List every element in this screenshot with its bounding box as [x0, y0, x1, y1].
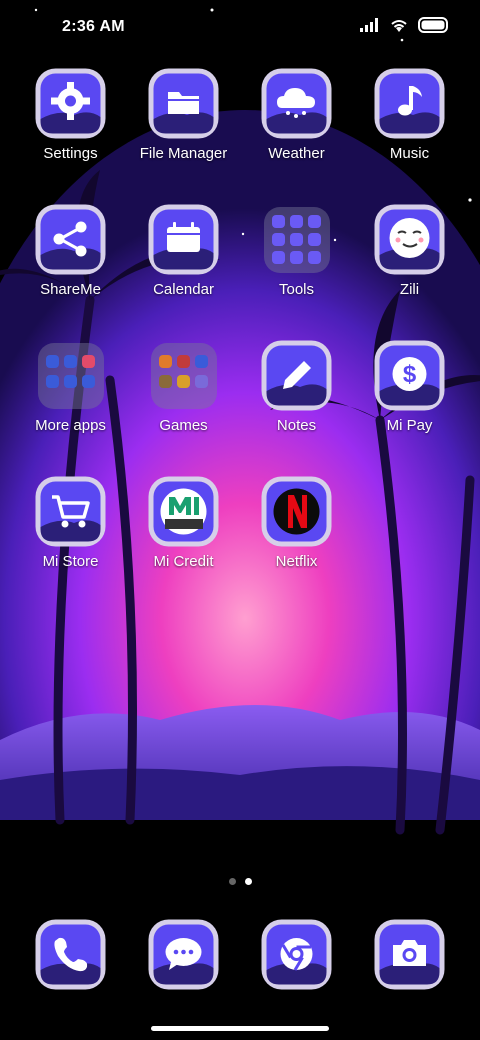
- dock-phone[interactable]: [14, 918, 127, 998]
- app-label: Zili: [399, 281, 420, 298]
- app-label: Mi Pay: [386, 417, 433, 434]
- folder-icon: [38, 343, 104, 409]
- cloud-icon: [261, 68, 332, 139]
- app-weather[interactable]: Weather: [240, 67, 353, 197]
- camera-icon: [374, 919, 445, 990]
- share-icon: [35, 204, 106, 275]
- dock-camera[interactable]: [353, 918, 466, 998]
- status-icons: [360, 17, 450, 33]
- app-file-manager[interactable]: File Manager: [127, 67, 240, 197]
- pencil-icon: [261, 340, 332, 411]
- chrome-icon: [261, 919, 332, 990]
- dollar-icon: $: [374, 340, 445, 411]
- folder-icon: [148, 68, 219, 139]
- app-notes[interactable]: Notes: [240, 339, 353, 469]
- dock-chrome[interactable]: [240, 918, 353, 998]
- page-dot-active[interactable]: [244, 878, 252, 885]
- netflix-icon: [261, 476, 332, 547]
- folder-icon: [151, 343, 217, 409]
- app-netflix[interactable]: Netflix: [240, 475, 353, 605]
- app-games[interactable]: Games: [127, 339, 240, 469]
- status-time: 2:36 AM: [62, 18, 125, 35]
- message-icon: [148, 919, 219, 990]
- battery-icon: [418, 17, 448, 33]
- app-calendar[interactable]: Calendar: [127, 203, 240, 333]
- app-mi-store[interactable]: Mi Store: [14, 475, 127, 605]
- wifi-icon: [391, 20, 407, 32]
- app-settings[interactable]: Settings: [14, 67, 127, 197]
- app-label: Netflix: [275, 553, 318, 570]
- app-tools[interactable]: Tools: [240, 203, 353, 333]
- app-label: Music: [389, 145, 430, 162]
- app-shareme[interactable]: ShareMe: [14, 203, 127, 333]
- page-dot[interactable]: [228, 878, 236, 885]
- app-mi-credit[interactable]: Mi Credit: [127, 475, 240, 605]
- app-more-apps[interactable]: More apps: [14, 339, 127, 469]
- page-indicator: [0, 878, 480, 885]
- app-mi-pay[interactable]: $ Mi Pay: [353, 339, 466, 469]
- mi-credit-icon: [148, 476, 219, 547]
- dock-messages[interactable]: [127, 918, 240, 998]
- phone-icon: [35, 919, 106, 990]
- music-note-icon: [374, 68, 445, 139]
- folder-icon: [264, 207, 330, 273]
- calendar-icon: [148, 204, 219, 275]
- status-bar: 2:36 AM: [0, 0, 480, 56]
- app-zili[interactable]: Zili: [353, 203, 466, 333]
- cart-icon: [35, 476, 106, 547]
- svg-text:$: $: [403, 361, 417, 388]
- home-indicator[interactable]: [151, 1026, 329, 1031]
- smiley-icon: [374, 204, 445, 275]
- gear-icon: [35, 68, 106, 139]
- app-music[interactable]: Music: [353, 67, 466, 197]
- signal-icon: [360, 18, 378, 32]
